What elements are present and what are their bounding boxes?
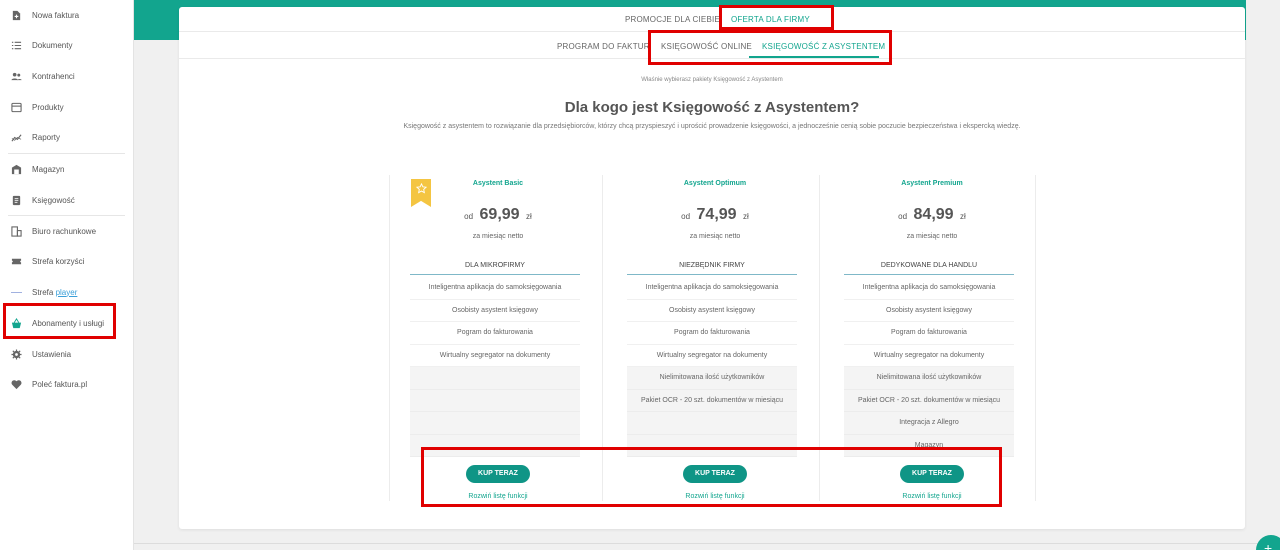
sidebar-item-dokumenty[interactable]: Dokumenty bbox=[0, 33, 130, 57]
feature-item: Nielimitowana ilość użytkowników bbox=[627, 367, 797, 390]
sidebar-item-label: Strefa player bbox=[32, 287, 78, 297]
sidebar-item-label: Kontrahenci bbox=[32, 71, 75, 81]
plan-name: Asystent Optimum bbox=[683, 180, 747, 187]
sidebar-item-magazyn[interactable]: Magazyn bbox=[0, 157, 130, 181]
star-icon bbox=[415, 183, 427, 194]
page-title: Dla kogo jest Księgowość z Asystentem? bbox=[564, 99, 860, 116]
ticket-icon bbox=[10, 255, 22, 267]
line-icon bbox=[10, 286, 22, 298]
sidebar-item-kontrahenci[interactable]: Kontrahenci bbox=[0, 64, 130, 88]
highlight-frame-buy-buttons bbox=[421, 447, 1002, 507]
feature-item-empty bbox=[410, 412, 580, 435]
sidebar-divider bbox=[8, 215, 125, 216]
building-icon bbox=[10, 225, 22, 237]
feature-item: Nielimitowana ilość użytkowników bbox=[844, 367, 1014, 390]
sidebar-item-strefa-player[interactable]: Strefa player bbox=[0, 280, 130, 304]
price-amount: 69,99 bbox=[479, 206, 520, 223]
highlight-frame-sidebar bbox=[3, 303, 116, 339]
sidebar-item-label: Ustawienia bbox=[32, 349, 72, 359]
price-currency: zł bbox=[960, 212, 966, 221]
plan-price: od 74,99 zł bbox=[607, 206, 823, 224]
sidebar-item-nowa-faktura[interactable]: Nowa faktura bbox=[0, 3, 130, 27]
feature-item: Pogram do fakturowania bbox=[627, 322, 797, 345]
feature-item: Wirtualny segregator na dokumenty bbox=[627, 345, 797, 367]
feature-item: Pakiet OCR - 20 szt. dokumentów w miesią… bbox=[844, 389, 1014, 412]
selection-note: Właśnie wybierasz pakiety Księgowość z A… bbox=[641, 77, 783, 83]
sidebar-item-label: Magazyn bbox=[32, 164, 65, 174]
feature-item: Inteligentna aplikacja do samoksięgowani… bbox=[410, 277, 580, 300]
sidebar-item-label: Raporty bbox=[32, 132, 61, 142]
warehouse-icon bbox=[10, 163, 22, 175]
price-period: za miesiąc netto bbox=[689, 233, 741, 240]
highlight-frame-oferta bbox=[719, 5, 834, 30]
plan-price: od 69,99 zł bbox=[390, 206, 606, 224]
sidebar-item-label: Strefa korzyści bbox=[32, 256, 85, 266]
heart-icon bbox=[10, 378, 22, 390]
feature-item: Inteligentna aplikacja do samoksięgowani… bbox=[844, 277, 1014, 300]
tab-program-do-faktur[interactable]: PROGRAM DO FAKTUR bbox=[557, 42, 650, 51]
sidebar-item-raporty[interactable]: Raporty bbox=[0, 125, 130, 149]
price-currency: zł bbox=[743, 212, 749, 221]
sidebar-item-biuro-rachunkowe[interactable]: Biuro rachunkowe bbox=[0, 219, 130, 243]
price-currency: zł bbox=[526, 212, 532, 221]
price-prefix: od bbox=[898, 212, 908, 221]
feature-item-empty bbox=[627, 412, 797, 435]
sidebar-item-label: Biuro rachunkowe bbox=[32, 226, 97, 236]
feature-item-empty bbox=[410, 389, 580, 412]
plan-label: DLA MIKROFIRMY bbox=[410, 262, 580, 275]
price-prefix: od bbox=[681, 212, 691, 221]
plus-icon: + bbox=[1264, 540, 1273, 550]
sidebar-item-polec[interactable]: Poleć faktura.pl bbox=[0, 372, 130, 396]
page-description: Księgowość z asystentem to rozwiązanie d… bbox=[403, 123, 1021, 130]
feature-list: Inteligentna aplikacja do samoksięgowani… bbox=[844, 277, 1014, 457]
ledger-icon bbox=[10, 194, 22, 206]
feature-item: Osobisty asystent księgowy bbox=[410, 300, 580, 322]
bottom-divider bbox=[134, 543, 1280, 544]
feature-item: Wirtualny segregator na dokumenty bbox=[844, 345, 1014, 367]
document-plus-icon bbox=[10, 9, 22, 21]
feature-item-empty bbox=[410, 367, 580, 390]
sidebar-item-label: Księgowość bbox=[32, 195, 75, 205]
feature-item: Pogram do fakturowania bbox=[844, 322, 1014, 345]
highlight-frame-ksiegowosc-tabs bbox=[648, 30, 892, 65]
chart-line-icon bbox=[10, 131, 22, 143]
sidebar-item-produkty[interactable]: Produkty bbox=[0, 95, 130, 119]
list-icon bbox=[10, 39, 22, 51]
sidebar-item-label: Nowa faktura bbox=[32, 10, 80, 20]
plan-price: od 84,99 zł bbox=[824, 206, 1040, 224]
sidebar-item-strefa-korzysci[interactable]: Strefa korzyści bbox=[0, 249, 130, 273]
sidebar-item-label: Poleć faktura.pl bbox=[32, 379, 88, 389]
plan-label: NIEZBĘDNIK FIRMY bbox=[627, 262, 797, 275]
feature-item: Osobisty asystent księgowy bbox=[627, 300, 797, 322]
feature-list: Inteligentna aplikacja do samoksięgowani… bbox=[627, 277, 797, 457]
users-icon bbox=[10, 70, 22, 82]
plan-label: DEDYKOWANE DLA HANDLU bbox=[844, 262, 1014, 275]
price-prefix: od bbox=[464, 212, 474, 221]
feature-item: Inteligentna aplikacja do samoksięgowani… bbox=[627, 277, 797, 300]
plan-name: Asystent Premium bbox=[901, 180, 963, 187]
feature-item: Pakiet OCR - 20 szt. dokumentów w miesią… bbox=[627, 389, 797, 412]
feature-item: Pogram do fakturowania bbox=[410, 322, 580, 345]
tab-promocje[interactable]: PROMOCJE DLA CIEBIE bbox=[625, 15, 720, 24]
feature-item: Osobisty asystent księgowy bbox=[844, 300, 1014, 322]
sidebar-item-ustawienia[interactable]: Ustawienia bbox=[0, 342, 130, 366]
price-period: za miesiąc netto bbox=[472, 233, 524, 240]
price-amount: 74,99 bbox=[696, 206, 737, 223]
sidebar: Nowa faktura Dokumenty Kontrahenci Produ… bbox=[0, 0, 134, 550]
price-period: za miesiąc netto bbox=[906, 233, 958, 240]
price-amount: 84,99 bbox=[913, 206, 954, 223]
sidebar-item-label: Dokumenty bbox=[32, 40, 73, 50]
sidebar-divider bbox=[8, 153, 125, 154]
chat-fab-button[interactable]: + bbox=[1256, 535, 1280, 550]
gear-icon bbox=[10, 348, 22, 360]
feature-list: Inteligentna aplikacja do samoksięgowani… bbox=[410, 277, 580, 457]
sidebar-item-label: Produkty bbox=[32, 102, 64, 112]
store-icon bbox=[10, 101, 22, 113]
feature-item: Integracja z Allegro bbox=[844, 412, 1014, 435]
sidebar-item-ksiegowosc[interactable]: Księgowość bbox=[0, 188, 130, 212]
feature-item: Wirtualny segregator na dokumenty bbox=[410, 345, 580, 367]
